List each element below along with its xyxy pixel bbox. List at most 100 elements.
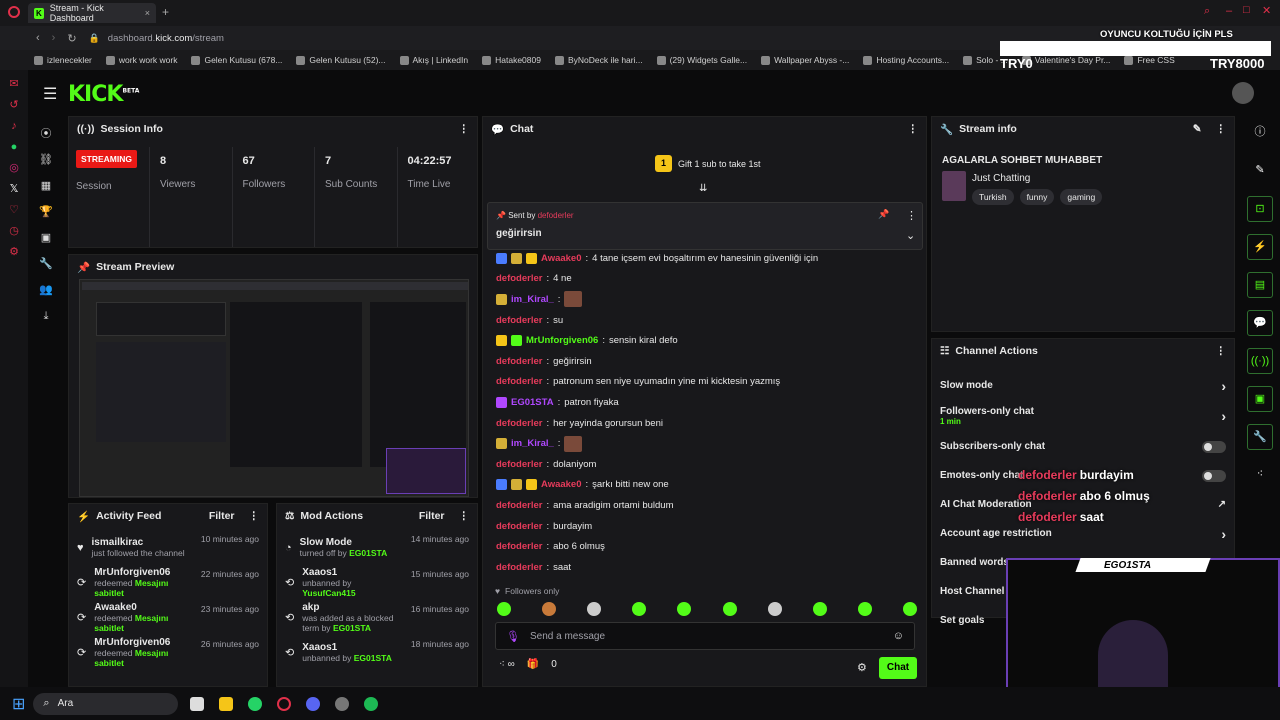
chat-username[interactable]: im_Kiral_ [511, 438, 554, 449]
chevron-right-icon[interactable]: › [1221, 408, 1226, 424]
obs-icon[interactable] [335, 696, 350, 711]
avatar[interactable] [1232, 82, 1254, 104]
chat-message[interactable]: MrUnforgiven06: sensin kiral defo [483, 330, 923, 351]
reload-icon[interactable]: ↻ [67, 32, 76, 45]
chat-message[interactable]: Awaake0: şarkı bitti new one [483, 475, 923, 496]
opera-taskbar-icon[interactable] [277, 696, 292, 711]
stream-preview-video[interactable] [79, 279, 469, 497]
forward-icon[interactable]: › [52, 32, 56, 44]
bookmark-item[interactable]: izlenecekler [34, 55, 92, 65]
kick-logo[interactable]: KICKBETA [68, 82, 139, 107]
instagram-icon[interactable]: ◎ [7, 161, 21, 175]
emote-icon[interactable] [722, 602, 737, 616]
chat-username[interactable]: defoderler [496, 459, 542, 470]
collapse-icon[interactable]: ⇊ [699, 183, 707, 194]
nav-media-icon[interactable]: ▣ [38, 230, 54, 246]
chat-username[interactable]: defoderler [496, 541, 542, 552]
chat-message[interactable]: defoderler:4 ne [483, 269, 923, 290]
chevron-right-icon[interactable]: › [1221, 526, 1226, 542]
nav-trophy-icon[interactable]: 🏆 [38, 204, 54, 220]
emote-icon[interactable] [542, 602, 557, 616]
taskview-icon[interactable] [190, 696, 205, 711]
chat-username[interactable]: defoderler [496, 500, 542, 511]
chat-username[interactable]: EG01STA [511, 397, 554, 408]
mod-menu-icon[interactable]: ⋮ [459, 510, 470, 522]
bookmark-item[interactable]: Wallpaper Abyss -... [761, 55, 849, 65]
chat-input-placeholder[interactable]: Send a message [530, 631, 605, 642]
bookmark-item[interactable]: ByNoDeck ile hari... [554, 55, 643, 65]
pinned-message[interactable]: 📌 Sent by defoderler geğirirsin 📌 ⋮ ⌄ [487, 202, 923, 250]
browser-tab[interactable]: K Stream - Kick Dashboard × [28, 3, 156, 23]
stream-info-menu-icon[interactable]: ⋮ [1216, 123, 1227, 135]
settings-icon[interactable]: ⚙ [7, 245, 21, 259]
nav-link-icon[interactable]: ⛓ [38, 152, 54, 168]
tab-close-icon[interactable]: × [145, 8, 150, 18]
external-link-icon[interactable]: ↗ [1218, 499, 1226, 510]
chat-username[interactable]: MrUnforgiven06 [526, 335, 598, 346]
bookmark-item[interactable]: work work work [105, 55, 177, 65]
stream-tag[interactable]: Turkish [972, 189, 1014, 205]
chat-username[interactable]: defoderler [496, 315, 542, 326]
chat-message[interactable]: defoderler: saat [483, 557, 923, 578]
chat-send-button[interactable]: Chat [879, 657, 917, 679]
windows-start-icon[interactable]: ⊞ [12, 694, 25, 714]
minimize-icon[interactable]: – [1226, 5, 1232, 17]
emote-icon[interactable] [767, 602, 782, 616]
stream-tag[interactable]: funny [1019, 189, 1055, 205]
channel-actions-menu-icon[interactable]: ⋮ [1216, 345, 1227, 357]
tool-icon[interactable]: 🔧 [1247, 424, 1273, 450]
chat-username[interactable]: defoderler [496, 356, 542, 367]
whatsapp-taskbar-icon[interactable] [248, 696, 263, 711]
chat-message[interactable]: defoderler: ama aradigim ortami buldum [483, 495, 923, 516]
emote-icon[interactable] [497, 602, 511, 616]
emote-icon[interactable] [812, 602, 827, 616]
chat-message[interactable]: defoderler: geğirirsin [483, 351, 923, 372]
broadcast-tool-icon[interactable]: ((·)) [1247, 348, 1273, 374]
comment-icon[interactable]: 💬 [1247, 310, 1273, 336]
bookmark-item[interactable]: Hatake0809 [482, 55, 541, 65]
pinned-menu-icon[interactable]: ⋮ [906, 209, 917, 222]
emote-icon[interactable] [902, 602, 917, 616]
note-icon[interactable]: ▤ [1247, 272, 1273, 298]
heart-icon[interactable]: ♡ [7, 203, 21, 217]
new-tab-icon[interactable]: + [162, 5, 169, 19]
mod-filter-button[interactable]: Filter [419, 510, 445, 522]
mic-icon[interactable]: 🎙 [506, 630, 520, 643]
chat-username[interactable]: defoderler [496, 521, 542, 532]
chat-message[interactable]: defoderler: su [483, 310, 923, 331]
capture-icon[interactable]: ⊡ [1247, 196, 1273, 222]
music-icon[interactable]: ♪ [7, 119, 21, 133]
panel-icon[interactable]: ▣ [1247, 386, 1273, 412]
discord-icon[interactable] [306, 696, 321, 711]
stream-tag[interactable]: gaming [1060, 189, 1103, 205]
messenger-icon[interactable]: ✉ [7, 77, 21, 91]
bookmark-item[interactable]: Free CSS [1124, 55, 1175, 65]
x-icon[interactable]: 𝕏 [7, 182, 21, 196]
chat-message[interactable]: defoderler: dolaniyom [483, 454, 923, 475]
flash-icon[interactable]: ⚡ [1247, 234, 1273, 260]
bookmark-item[interactable]: (29) Widgets Galle... [656, 55, 747, 65]
opera-logo-icon[interactable] [8, 6, 20, 18]
emote-icon[interactable] [857, 602, 872, 616]
search-icon[interactable]: ⌕ [1204, 5, 1210, 18]
bookmark-item[interactable]: Akış | LinkedIn [399, 55, 468, 65]
emoji-icon[interactable]: ☺ [893, 630, 904, 642]
back-icon[interactable]: ‹ [36, 32, 40, 44]
chat-message[interactable]: Awaake0:4 tane içsem evi boşaltırım ev h… [483, 248, 923, 269]
chat-username[interactable]: im_Kiral_ [511, 294, 554, 305]
close-window-icon[interactable]: ✕ [1262, 4, 1271, 17]
hamburger-menu-icon[interactable]: ☰ [43, 84, 57, 104]
history-icon[interactable]: ↺ [7, 98, 21, 112]
chat-username[interactable]: defoderler [496, 273, 542, 284]
chat-message[interactable]: im_Kiral_: [483, 289, 923, 310]
bookmark-item[interactable]: Gelen Kutusu (678... [191, 55, 282, 65]
clock-icon[interactable]: ◷ [7, 224, 21, 238]
bookmark-item[interactable]: Hosting Accounts... [863, 55, 949, 65]
more-dots-icon[interactable]: ⁖ [1247, 462, 1273, 488]
nav-stream-icon[interactable]: ⦿ [38, 126, 54, 142]
explorer-icon[interactable] [219, 696, 234, 711]
unpin-icon[interactable]: 📌 [878, 209, 889, 220]
nav-wrench-icon[interactable]: 🔧 [38, 256, 54, 272]
emote-icon[interactable] [677, 602, 692, 616]
chat-message[interactable]: im_Kiral_: [483, 433, 923, 454]
